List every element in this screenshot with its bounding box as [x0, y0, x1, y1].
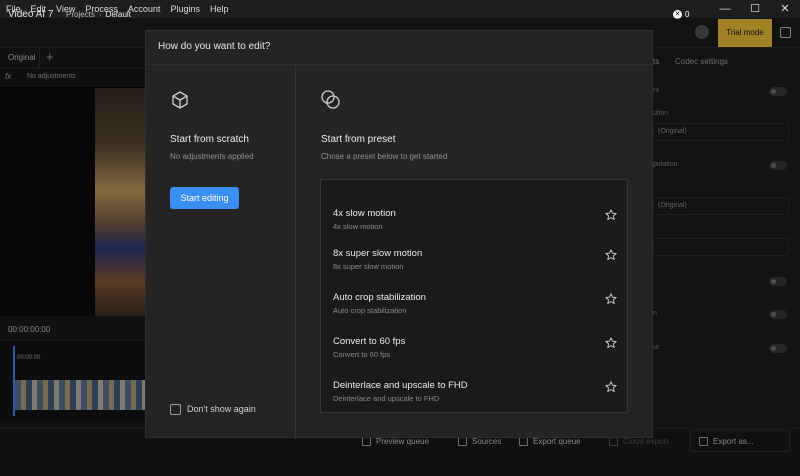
scratch-title: Start from scratch — [170, 134, 249, 145]
preset-name: Auto crop stabilization — [333, 292, 426, 303]
star-icon[interactable] — [605, 381, 617, 393]
dont-show-again-checkbox[interactable] — [170, 404, 181, 415]
preset-name: 4x slow motion — [333, 208, 396, 219]
preset-item[interactable]: 4x slow motion 4x slow motion — [321, 208, 627, 246]
preset-name: Convert to 60 fps — [333, 336, 406, 347]
preset-item[interactable]: Deinterlace and upscale to FHD Deinterla… — [321, 380, 627, 418]
dialog-column-divider — [295, 65, 296, 439]
menu-plugins[interactable]: Plugins — [165, 4, 205, 14]
preset-description: 8x super slow motion — [333, 262, 404, 271]
preset-description: Convert to 60 fps — [333, 350, 391, 359]
maximize-icon[interactable]: ☐ — [740, 0, 770, 18]
preset-subtitle: Chose a preset below to get started — [321, 152, 448, 161]
preset-name: Deinterlace and upscale to FHD — [333, 380, 468, 391]
preset-circles-icon — [321, 90, 340, 109]
scratch-subtitle: No adjustments applied — [170, 152, 254, 161]
dialog-header-divider — [146, 64, 654, 65]
dialog-title: How do you want to edit? — [158, 41, 271, 52]
preset-list: 4x slow motion 4x slow motion 8x super s… — [320, 179, 628, 413]
start-editing-button[interactable]: Start editing — [170, 187, 239, 209]
window-controls: — ☐ ✕ — [710, 0, 800, 18]
cube-icon — [172, 91, 188, 109]
star-icon[interactable] — [605, 337, 617, 349]
preset-item[interactable]: Auto crop stabilization Auto crop stabil… — [321, 292, 627, 330]
star-icon[interactable] — [605, 249, 617, 261]
preset-description: Auto crop stabilization — [333, 306, 407, 315]
edit-mode-dialog: How do you want to edit? Start from scra… — [145, 30, 654, 439]
preset-name: 8x super slow motion — [333, 248, 423, 259]
preset-title: Start from preset — [321, 134, 396, 145]
preset-item[interactable]: 8x super slow motion 8x super slow motio… — [321, 248, 627, 286]
menu-help[interactable]: Help — [205, 4, 234, 14]
preset-description: 4x slow motion — [333, 222, 383, 231]
dont-show-again-label[interactable]: Don't show again — [187, 404, 256, 414]
preset-item[interactable]: Convert to 60 fps Convert to 60 fps — [321, 336, 627, 374]
preset-description: Deinterlace and upscale to FHD — [333, 394, 440, 403]
star-icon[interactable] — [605, 293, 617, 305]
close-icon[interactable]: ✕ — [770, 0, 800, 18]
star-icon[interactable] — [605, 209, 617, 221]
minimize-icon[interactable]: — — [710, 0, 740, 18]
